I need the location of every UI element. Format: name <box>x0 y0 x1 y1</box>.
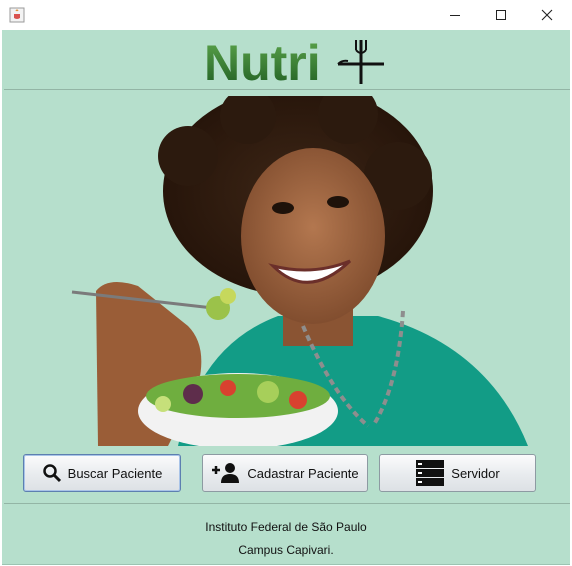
search-icon <box>42 464 61 483</box>
cadastrar-paciente-button[interactable]: Cadastrar Paciente <box>202 454 368 492</box>
app-window: Nutri Buscar Paciente Cadastrar Paciente… <box>0 0 572 566</box>
cadastrar-paciente-label: Cadastrar Paciente <box>247 465 359 481</box>
buscar-paciente-label: Buscar Paciente <box>67 465 163 481</box>
main-panel: Nutri Buscar Paciente Cadastrar Paciente… <box>2 30 570 565</box>
add-user-icon <box>212 463 240 483</box>
minimize-button[interactable] <box>432 0 478 30</box>
header-divider <box>4 89 570 90</box>
minimize-icon <box>450 15 460 16</box>
institution-name: Instituto Federal de São Paulo <box>205 520 367 534</box>
maximize-icon <box>496 10 506 20</box>
title-bar[interactable] <box>0 0 572 30</box>
servidor-button[interactable]: Servidor <box>379 454 536 492</box>
close-button[interactable] <box>524 0 570 30</box>
java-cup-icon[interactable] <box>9 7 25 23</box>
logo-text: Nutri <box>204 35 321 88</box>
woman-eating-salad-image <box>71 96 528 446</box>
server-icon <box>416 460 445 486</box>
footer-divider <box>4 503 570 504</box>
fork-knife-icon <box>337 40 384 84</box>
servidor-label: Servidor <box>451 465 500 481</box>
buscar-paciente-button[interactable]: Buscar Paciente <box>23 454 181 492</box>
close-icon <box>541 9 553 21</box>
campus-name: Campus Capivari. <box>238 543 334 557</box>
maximize-button[interactable] <box>478 0 524 30</box>
nutri-logo: Nutri <box>204 35 384 88</box>
